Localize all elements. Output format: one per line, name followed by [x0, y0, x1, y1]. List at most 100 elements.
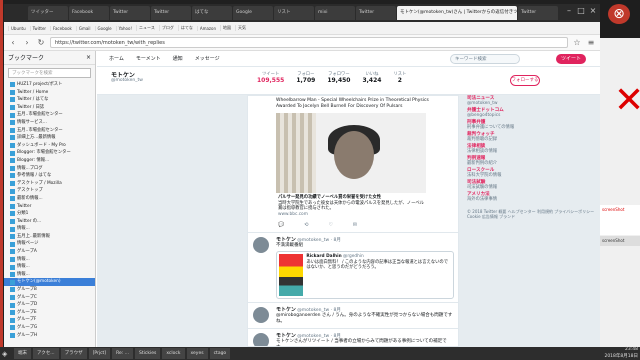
sidebar-search-input[interactable]: ブックマークを検索: [8, 68, 91, 78]
sidebar-item[interactable]: 情報...: [4, 225, 95, 233]
sidebar-item[interactable]: 最新の情報...: [4, 195, 95, 203]
suggestion-item[interactable]: 弁護士ドットコム @bengo4topics: [467, 107, 597, 119]
bookmark-item[interactable]: ブログ: [158, 25, 176, 31]
dm-icon[interactable]: ✉: [353, 222, 357, 228]
browser-tab[interactable]: Twitter: [151, 6, 191, 20]
footer-links[interactable]: © 2018 Twitter 概要 ヘルプセンター 利用規約 プライバシーポリシ…: [467, 209, 597, 219]
taskbar-item[interactable]: xeyes: [186, 348, 208, 359]
sidebar-item[interactable]: 情報ページ: [4, 240, 95, 248]
suggestion-item[interactable]: 司法ニュース @motoken_tw: [467, 95, 597, 107]
sidebar-item[interactable]: 詳細上方...最新情報: [4, 134, 95, 142]
sidebar-item[interactable]: Blogger: 情報...: [4, 157, 95, 165]
taskbar-item[interactable]: アクセ...: [33, 348, 59, 359]
taskbar-item[interactable]: [Prjct]: [88, 348, 111, 359]
close-icon[interactable]: ×: [588, 6, 598, 16]
suggestion-item[interactable]: 刑事弁護 刑事弁護についての情報: [467, 119, 597, 131]
sidebar-item[interactable]: 五月..市場会館センター: [4, 111, 95, 119]
sidebar-close-icon[interactable]: ×: [86, 54, 91, 61]
sidebar-item[interactable]: 五月上..最新情報: [4, 233, 95, 241]
star-icon[interactable]: ☆: [572, 38, 582, 47]
sidebar-item[interactable]: 情報...: [4, 271, 95, 279]
url-bar[interactable]: https://twitter.com/motoken_tw/with_repl…: [50, 37, 568, 48]
sidebar-item[interactable]: デスクトップ / Mozilla: [4, 180, 95, 188]
bookmark-item[interactable]: Gmail: [75, 25, 93, 31]
sidebar-item[interactable]: Twitter / Home: [4, 89, 95, 97]
suggestion-item[interactable]: 法律相談 法律相談の情報: [467, 143, 597, 155]
sidebar-item[interactable]: デスクトップ: [4, 187, 95, 195]
like-icon[interactable]: ♡: [328, 222, 332, 228]
tweet[interactable]: モトケン @motoken_tw · 8月 @miroboganoerden さ…: [248, 302, 458, 328]
sidebar-item[interactable]: Twitter / 日誌: [4, 104, 95, 112]
taskbar-item[interactable]: xclock: [162, 348, 185, 359]
avatar[interactable]: [253, 237, 269, 253]
follow-button[interactable]: フォローする: [510, 75, 540, 86]
screenshot-label[interactable]: screenShot: [600, 236, 640, 246]
browser-tab[interactable]: Facebook: [69, 6, 109, 20]
sidebar-item[interactable]: グループF: [4, 316, 95, 324]
suggestion-item[interactable]: 判例速報 最新判例の紹介: [467, 155, 597, 167]
browser-tab[interactable]: リスト: [274, 6, 314, 20]
sidebar-item[interactable]: モトケン(@motoken): [4, 278, 95, 287]
twitter-search-input[interactable]: キーワード検索: [450, 54, 520, 64]
nav-home[interactable]: ホーム: [109, 55, 124, 62]
sidebar-item[interactable]: グループH: [4, 332, 95, 340]
profile-stat[interactable]: ツイート 109,555: [257, 71, 284, 84]
nav-notifications[interactable]: 通知: [173, 55, 183, 62]
back-icon[interactable]: ‹: [8, 38, 18, 47]
taskbar-item[interactable]: ブラウザ: [60, 348, 87, 359]
sidebar-item[interactable]: Blogger: 市場会館センター: [4, 149, 95, 157]
tweet-button[interactable]: ツイート: [556, 54, 586, 64]
sidebar-item[interactable]: 参考情報 / はてな: [4, 172, 95, 180]
menu-icon[interactable]: ≡: [586, 38, 596, 47]
nav-moments[interactable]: モーメント: [136, 55, 161, 62]
sidebar-item[interactable]: グループC: [4, 294, 95, 302]
browser-tab[interactable]: Twitter: [110, 6, 150, 20]
sidebar-item[interactable]: グループA: [4, 248, 95, 256]
reply-icon[interactable]: 💬: [278, 222, 284, 228]
bookmark-item[interactable]: はてな: [177, 25, 195, 31]
browser-tab[interactable]: Google: [233, 6, 273, 20]
suggestion-item[interactable]: 裁判ウォッチ 裁判傍聴の記録: [467, 131, 597, 143]
suggestion-item[interactable]: ロースクール 法科大学院の情報: [467, 167, 597, 179]
bookmark-item[interactable]: Google: [94, 25, 114, 31]
sidebar-item[interactable]: HUZ17 project/ポスト: [4, 81, 95, 89]
browser-tab[interactable]: ツイッター: [28, 6, 68, 20]
avatar[interactable]: [253, 307, 269, 323]
taskbar-item[interactable]: 端末: [14, 348, 31, 359]
bookmark-item[interactable]: Facebook: [50, 25, 74, 31]
avatar[interactable]: [253, 333, 269, 346]
sidebar-item[interactable]: グループG: [4, 324, 95, 332]
bookmark-item[interactable]: 天気: [235, 25, 248, 31]
forward-icon[interactable]: ›: [22, 38, 32, 47]
profile-stat[interactable]: フォロー 1,709: [296, 71, 315, 84]
browser-tab[interactable]: Twitter: [518, 6, 558, 20]
sidebar-item[interactable]: グループE: [4, 309, 95, 317]
suggestion-item[interactable]: 司法試験 司法試験の情報: [467, 179, 597, 191]
tweet[interactable]: モトケン @motoken_tw · 8月 モトケンさんがリツイート / 当事者…: [248, 328, 458, 346]
bookmark-item[interactable]: 地図: [220, 25, 233, 31]
profile-stat[interactable]: フォロワー 19,450: [327, 71, 350, 84]
start-icon[interactable]: ◈: [2, 350, 12, 358]
browser-tab[interactable]: はてな: [192, 6, 232, 20]
minimize-icon[interactable]: –: [564, 6, 574, 16]
card-caption[interactable]: パルサー発見の功績でノーベル賞の栄誉を受けた女性 当時大学院生であった彼女は天体…: [276, 193, 426, 219]
bookmark-item[interactable]: Twitter: [29, 25, 48, 31]
taskbar-item[interactable]: Stickies: [135, 348, 161, 359]
sidebar-item[interactable]: 情報...ブログ: [4, 165, 95, 173]
profile-stat[interactable]: いいね 3,424: [362, 71, 381, 84]
sidebar-item[interactable]: 情報...: [4, 256, 95, 264]
browser-tab[interactable]: Twitter: [356, 6, 396, 20]
taskbar-item[interactable]: Re: ...: [112, 348, 134, 359]
sidebar-item[interactable]: 五月..市場会館センター: [4, 127, 95, 135]
reload-icon[interactable]: ↻: [36, 38, 46, 47]
nav-messages[interactable]: メッセージ: [195, 55, 220, 62]
sidebar-item[interactable]: ダッシュボード - My Pro: [4, 142, 95, 150]
bookmark-item[interactable]: Ubuntu: [8, 25, 28, 31]
retweet-icon[interactable]: ⟲: [304, 222, 308, 228]
quoted-tweet[interactable]: Rickard Dalhin @rgedhin あいは面白無料！ / このような…: [276, 251, 454, 299]
sidebar-item[interactable]: 情報サービス...: [4, 119, 95, 127]
sidebar-item[interactable]: Twitter / はてな: [4, 96, 95, 104]
maximize-icon[interactable]: □: [576, 6, 586, 16]
bookmark-item[interactable]: Amazon: [196, 25, 218, 31]
sidebar-item[interactable]: グループD: [4, 301, 95, 309]
